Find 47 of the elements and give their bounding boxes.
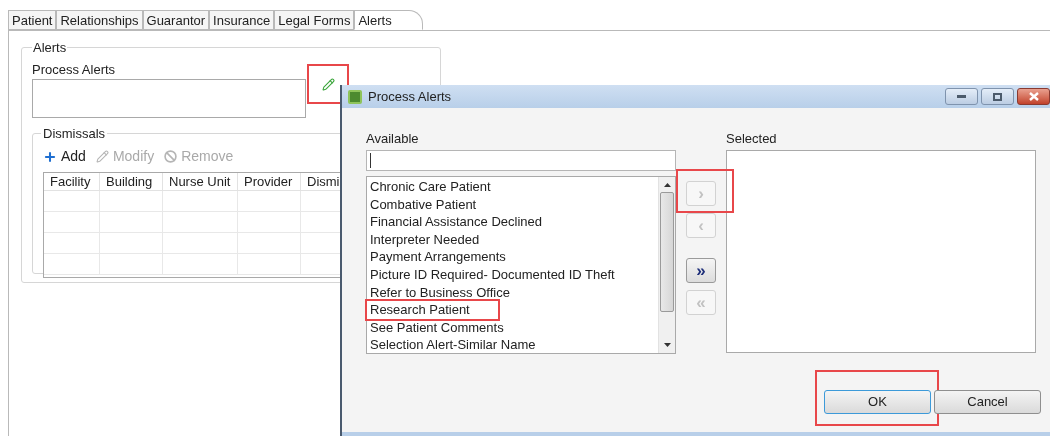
list-item[interactable]: Interpreter Needed <box>370 230 480 248</box>
minimize-button[interactable] <box>945 88 978 105</box>
minimize-icon <box>957 95 966 98</box>
list-label: Selected <box>726 130 778 148</box>
tab[interactable]: Alerts <box>354 10 423 30</box>
toolbar-button[interactable]: Add <box>43 146 86 167</box>
scroll-thumb[interactable] <box>660 192 674 312</box>
list-item[interactable]: Combative Patient <box>370 195 477 213</box>
close-icon <box>1028 92 1039 101</box>
list-item[interactable]: See Patient Comments <box>370 318 504 336</box>
transfer-button[interactable]: » <box>686 258 716 283</box>
process-alerts-field[interactable] <box>32 79 306 118</box>
close-button[interactable] <box>1017 88 1050 105</box>
group-title: Alerts <box>32 39 68 57</box>
list-item[interactable]: Selection Alert-Similar Name <box>370 336 536 354</box>
tab[interactable]: Relationships <box>56 10 143 30</box>
list-item[interactable]: Picture ID Required- Documented ID Theft <box>370 265 615 283</box>
list-item[interactable]: Research Patient <box>370 301 470 319</box>
dialog-title: Process Alerts <box>368 87 452 106</box>
filter-field[interactable] <box>366 150 676 171</box>
column-header[interactable]: Provider <box>238 172 301 190</box>
column-header[interactable]: Building <box>100 172 163 190</box>
group-title: Dismissals <box>42 125 107 143</box>
dialog-button[interactable]: OK <box>824 390 931 414</box>
field-label: Process Alerts <box>32 60 117 79</box>
column-header[interactable]: Facility <box>44 172 100 190</box>
tab[interactable]: Guarantor <box>142 10 210 30</box>
tab[interactable]: Legal Forms <box>274 10 355 30</box>
list-item[interactable]: Financial Assistance Declined <box>370 213 542 231</box>
maximize-icon <box>993 92 1002 101</box>
maximize-button[interactable] <box>981 88 1014 105</box>
scroll-up-icon[interactable] <box>663 183 671 187</box>
list-label: Available <box>366 130 420 148</box>
remove-icon <box>164 150 178 163</box>
pencil-icon[interactable] <box>321 77 335 91</box>
list-item[interactable]: Refer to Business Office <box>370 283 510 301</box>
pencil-icon <box>95 150 109 163</box>
scroll-down-icon[interactable] <box>663 343 671 347</box>
tab[interactable]: Patient <box>8 10 57 30</box>
dialog-button[interactable]: Cancel <box>934 390 1041 414</box>
list-item[interactable]: Chronic Care Patient <box>370 178 491 195</box>
tab[interactable]: Insurance <box>209 10 275 30</box>
column-header[interactable]: Nurse Unit <box>163 172 238 190</box>
plus-icon <box>43 149 57 164</box>
list-item[interactable]: Payment Arrangements <box>370 248 506 266</box>
scrollbar[interactable] <box>658 177 675 353</box>
app-icon <box>348 89 362 104</box>
